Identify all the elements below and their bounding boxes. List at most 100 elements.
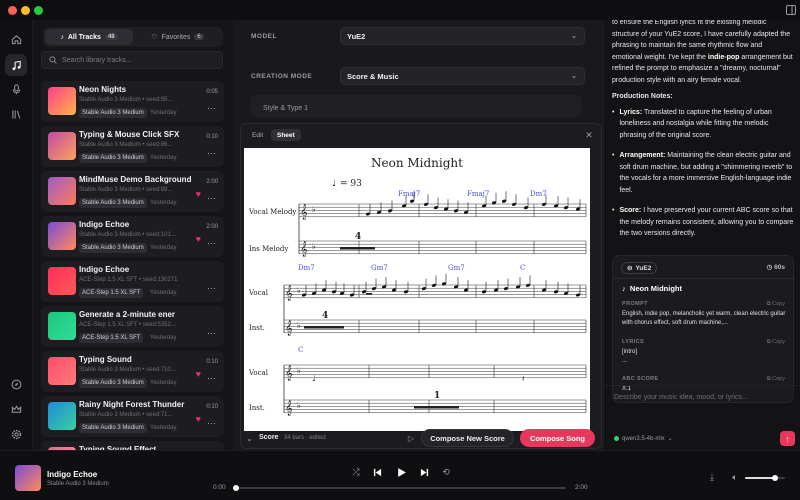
abc-score-text: X:1 [622, 386, 632, 392]
library-search-input[interactable]: Search library tracks... [41, 51, 223, 69]
settings-gear-icon[interactable] [5, 423, 27, 445]
more-options-icon[interactable]: ⋯ [207, 328, 216, 339]
send-button[interactable]: ↑ [780, 431, 795, 446]
style-type-section[interactable]: Style & Type 1 [251, 95, 581, 117]
music-note-icon[interactable] [5, 54, 27, 76]
track-date: Yesterday [150, 110, 177, 116]
track-item[interactable]: Indigo Echoe ACE-Step 1.5 XL SFT • seed:… [41, 261, 224, 302]
heart-filled-icon[interactable]: ♥ [196, 369, 201, 379]
volume-handle[interactable] [772, 475, 778, 481]
production-note: • Arrangement: Maintaining the clean elec… [612, 150, 794, 196]
part-label: Vocal [248, 369, 269, 377]
score-notation: Neon Midnight ♩ = 93 𝄞 ♭ Vocal Melody 𝄞 ♭ Ins Me… [248, 156, 587, 416]
track-title: Typing & Mouse Click SFX [79, 130, 180, 139]
maximize-window-button[interactable] [34, 6, 43, 15]
model-select[interactable]: YuE2 ⌄ [340, 27, 585, 45]
volume-slider[interactable] [745, 475, 785, 481]
more-options-icon[interactable]: ⋯ [207, 418, 216, 429]
track-date: Yesterday [150, 290, 177, 296]
creation-mode-select[interactable]: Score & Music ⌄ [340, 67, 585, 85]
previous-icon[interactable] [371, 466, 383, 478]
sidebar-toggle-icon[interactable] [785, 4, 797, 16]
home-icon[interactable] [5, 28, 27, 50]
minimize-window-button[interactable] [21, 6, 30, 15]
production-note: • Score: I have preserved your current AB… [612, 205, 794, 240]
shuffle-icon[interactable]: ⤮ [350, 466, 362, 478]
model-badge: Stable Audio 3 Medium [79, 153, 147, 163]
track-item[interactable]: Rainy Night Forest Thunder Stable Audio … [41, 396, 224, 437]
download-icon[interactable]: ⤓ [706, 471, 718, 483]
copy-lyrics-button[interactable]: ⧉ Copy [767, 339, 785, 346]
favorites-count-badge: 6 [194, 34, 204, 40]
score-sheet-panel: Edit Sheet ✕ Neon Midnight ♩ = 93 𝄞 ♭ Vocal M… [240, 123, 602, 449]
tab-edit[interactable]: Edit [246, 129, 269, 141]
track-item[interactable]: Neon Nights Stable Audio 3 Medium • seed… [41, 81, 224, 122]
progress-handle[interactable] [233, 485, 239, 491]
close-icon[interactable]: ✕ [583, 129, 595, 141]
flat-key-signature: ♭ [312, 242, 316, 251]
copy-abc-button[interactable]: ⧉ Copy [767, 376, 785, 383]
play-icon[interactable]: ▷ [405, 432, 417, 444]
score-footer-label: Score [259, 434, 279, 441]
tempo-marking: = 93 [340, 179, 362, 189]
track-date: Yesterday [150, 335, 177, 341]
part-label: Vocal Melody [248, 208, 296, 216]
heart-filled-icon[interactable]: ♥ [196, 189, 201, 199]
compose-song-button[interactable]: Compose Song [520, 429, 595, 447]
treble-clef: 𝄞 [300, 242, 308, 257]
note-head: ♩ [312, 374, 316, 383]
track-duration: 2:00 [206, 179, 218, 185]
library-icon[interactable] [5, 103, 27, 125]
copy-prompt-button[interactable]: ⧉ Copy [767, 301, 785, 308]
more-options-icon[interactable]: ⋯ [207, 103, 216, 114]
now-playing-subtitle: Stable Audio 3 Medium [47, 481, 109, 487]
flat-key-signature: ♭ [297, 321, 301, 330]
track-item[interactable]: Typing & Mouse Click SFX Stable Audio 3 … [41, 126, 224, 167]
track-item[interactable]: Generate a 2-minute ener ACE-Step 1.5 XL… [41, 306, 224, 347]
treble-clef: 𝄞 [285, 286, 293, 301]
track-item[interactable]: Typing Sound Stable Audio 3 Medium • see… [41, 351, 224, 392]
abc-score-label: ABC SCORE [622, 376, 659, 382]
track-duration: 0:10 [206, 404, 218, 410]
tab-label: All Tracks [67, 33, 101, 41]
track-item[interactable]: Indigo Echoe Stable Audio 3 Medium • see… [41, 216, 224, 257]
track-meta: Stable Audio 3 Medium • seed:71... [79, 412, 173, 418]
volume-icon[interactable]: 🔈︎ [729, 471, 741, 483]
more-options-icon[interactable]: ⋯ [207, 283, 216, 294]
heart-filled-icon[interactable]: ♥ [196, 234, 201, 244]
tab-sheet[interactable]: Sheet [271, 129, 301, 141]
progress-track[interactable] [233, 485, 566, 491]
compass-icon[interactable] [5, 373, 27, 395]
model-label: MODEL [251, 33, 277, 40]
more-options-icon[interactable]: ⋯ [207, 238, 216, 249]
crown-icon[interactable] [5, 398, 27, 420]
play-icon[interactable] [394, 465, 408, 479]
model-badge: Stable Audio 3 Medium [79, 423, 147, 433]
microphone-icon[interactable] [5, 78, 27, 100]
multi-rest-count: 4 [355, 232, 361, 242]
tab-all-tracks[interactable]: ♪ All Tracks 48 [45, 29, 133, 45]
tab-favorites[interactable]: ♡ Favorites 6 [134, 29, 221, 45]
chord-symbol: Dm7 [298, 264, 315, 272]
tab-label: Favorites [161, 33, 191, 41]
more-options-icon[interactable]: ⋯ [207, 148, 216, 159]
heart-outline-icon: ♡ [151, 34, 158, 41]
close-window-button[interactable] [8, 6, 17, 15]
compose-new-score-button[interactable]: Compose New Score [421, 429, 514, 447]
more-options-icon[interactable]: ⋯ [207, 193, 216, 204]
chat-input[interactable]: Describe your music idea, mood, or lyric… [614, 394, 748, 401]
lyrics-text-more: ... [622, 358, 628, 364]
track-artwork [48, 267, 76, 295]
chevron-down-icon[interactable]: ⌄ [246, 434, 253, 443]
track-meta: Stable Audio 3 Medium • seed:95... [79, 97, 173, 103]
repeat-icon[interactable]: ⟲ [440, 466, 452, 478]
track-item[interactable]: MindMuse Demo Background Stable Audio 3 … [41, 171, 224, 212]
next-icon[interactable] [418, 466, 430, 478]
model-selector[interactable]: qwen3.5-4b-mlx ⌄ [614, 435, 673, 442]
bullet: • [612, 108, 615, 116]
more-options-icon[interactable]: ⋯ [207, 373, 216, 384]
score-footer-meta: 34 bars · edited [284, 435, 326, 441]
current-time: 0:00 [213, 484, 226, 491]
heart-filled-icon[interactable]: ♥ [196, 414, 201, 424]
flat-key-signature: ♭ [297, 366, 301, 375]
